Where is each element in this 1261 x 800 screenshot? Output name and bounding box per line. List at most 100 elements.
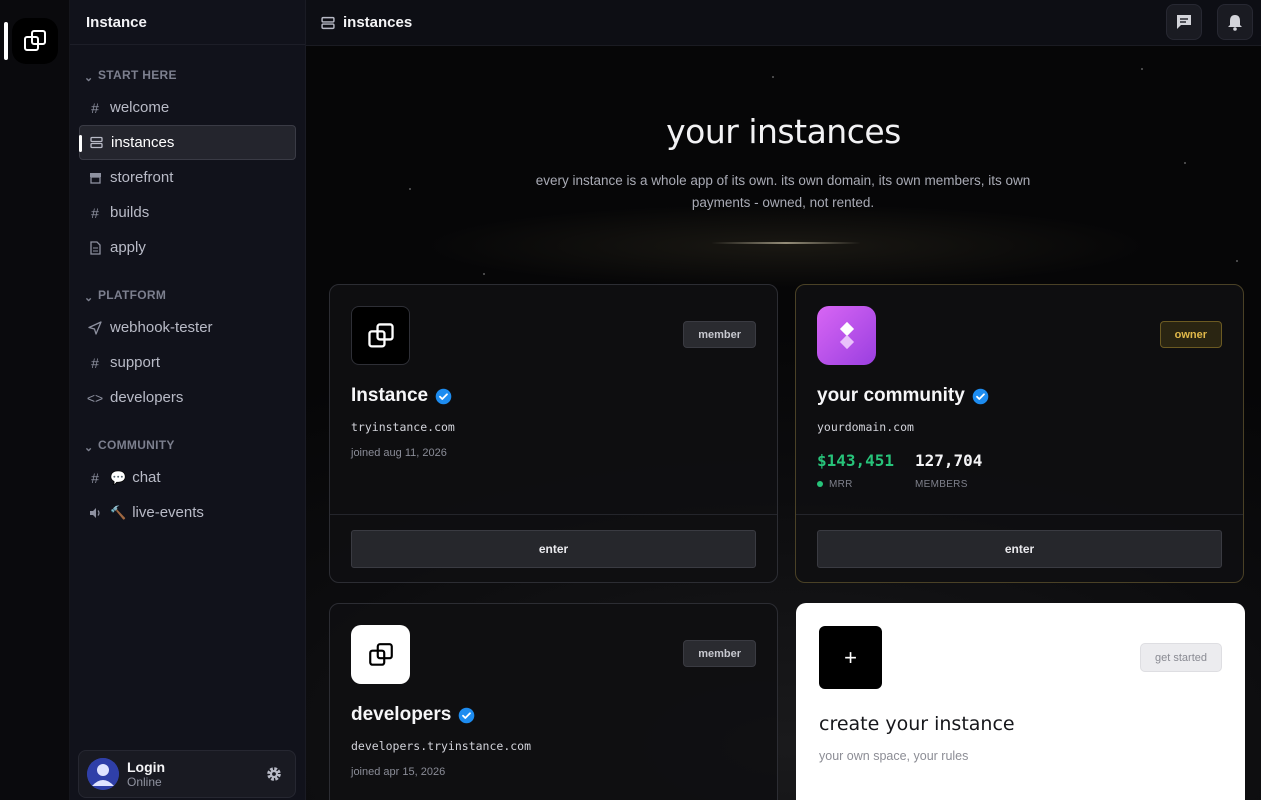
- user-panel[interactable]: Login Online: [78, 750, 296, 798]
- chevron-down-icon: ⌄: [84, 71, 94, 84]
- sidebar-item-welcome[interactable]: # welcome: [79, 90, 296, 125]
- sidebar-item-instances[interactable]: instances: [79, 125, 296, 160]
- mrr-label-text: MRR: [829, 479, 853, 490]
- plus-icon[interactable]: +: [819, 626, 882, 689]
- instance-name: developers: [351, 704, 452, 725]
- notifications-button[interactable]: [1217, 4, 1253, 40]
- create-title: create your instance: [819, 713, 1015, 735]
- instance-name: your community: [817, 385, 965, 406]
- user-info: Login Online: [127, 759, 165, 789]
- hash-icon: #: [91, 354, 99, 371]
- mrr-value: $143,451: [817, 451, 895, 470]
- get-started-button[interactable]: get started: [1140, 643, 1222, 672]
- instance-logo-icon: [368, 642, 393, 666]
- sidebar-item-developers[interactable]: <> developers: [79, 380, 296, 415]
- chevron-down-icon: ⌄: [84, 441, 94, 454]
- instance-domain: yourdomain.com: [817, 420, 914, 434]
- server-name-header[interactable]: Instance: [70, 0, 305, 45]
- instance-name-row: developers: [351, 704, 475, 726]
- sidebar-item-label: developers: [110, 389, 184, 406]
- sidebar-item-label: webhook-tester: [110, 319, 213, 336]
- star: [409, 188, 411, 190]
- sidebar-item-label: builds: [110, 204, 150, 221]
- decorative-glow-line: [711, 242, 861, 244]
- instance-domain: tryinstance.com: [351, 420, 455, 434]
- role-badge: owner: [1159, 321, 1222, 348]
- code-icon: <>: [86, 389, 104, 406]
- user-status: Online: [127, 774, 162, 789]
- sidebar-item-label: apply: [110, 239, 146, 256]
- category-community: ⌄ COMMUNITY # 💬 chat 🔨 live-events: [70, 435, 305, 530]
- sidebar-item-label: welcome: [110, 99, 170, 116]
- category-start-here: ⌄ START HERE # welcome instances storefron…: [70, 65, 305, 265]
- sidebar-item-label: live-events: [132, 504, 204, 521]
- top-bar: instances: [306, 0, 1261, 46]
- sidebar-item-label: storefront: [110, 169, 174, 186]
- instance-domain: developers.tryinstance.com: [351, 739, 532, 753]
- speaker-icon: [87, 507, 103, 519]
- page-subtitle: every instance is a whole app of its own…: [535, 173, 1031, 210]
- server-stack-icon: [321, 16, 335, 29]
- instance-logo: [351, 306, 410, 365]
- user-icon: [87, 758, 119, 790]
- category-header[interactable]: ⌄ COMMUNITY: [70, 435, 305, 455]
- main-content: your instances every instance is a whole…: [306, 46, 1261, 800]
- active-server-indicator: [4, 22, 8, 60]
- create-subtitle: your own space, your rules: [819, 749, 969, 763]
- avatar[interactable]: [87, 758, 119, 790]
- live-dot-icon: [817, 481, 823, 488]
- enter-button[interactable]: enter: [351, 530, 756, 568]
- send-icon: [87, 320, 103, 335]
- server-instance-button[interactable]: [12, 18, 58, 64]
- document-icon: [87, 240, 103, 255]
- diamond-logo-icon: [839, 321, 854, 349]
- chevron-down-icon: ⌄: [84, 291, 94, 304]
- gear-icon: [267, 767, 281, 781]
- star: [772, 76, 774, 78]
- divider: [330, 514, 777, 515]
- hammer-emoji-icon: 🔨: [110, 504, 127, 520]
- instance-card-instance: member Instance tryinstance.com joined a…: [329, 284, 778, 583]
- server-rail: [0, 0, 70, 800]
- divider: [796, 514, 1243, 515]
- mrr-label: MRR: [817, 479, 853, 490]
- hash-icon: #: [91, 99, 99, 116]
- messages-button[interactable]: [1166, 4, 1202, 40]
- chat-bubble-icon: [1177, 15, 1191, 29]
- app-root: Instance ⌄ START HERE # welcome instances …: [0, 0, 1261, 800]
- instance-name-row: Instance: [351, 385, 452, 407]
- enter-button[interactable]: enter: [817, 530, 1222, 568]
- page-title: your instances: [666, 112, 901, 151]
- sidebar-item-live-events[interactable]: 🔨 live-events: [79, 495, 296, 530]
- instance-logo: [351, 625, 410, 684]
- user-name[interactable]: Login: [127, 759, 165, 775]
- instance-logo: [817, 306, 876, 365]
- sidebar-item-builds[interactable]: # builds: [79, 195, 296, 230]
- verified-badge-icon: [972, 388, 989, 405]
- speech-bubble-emoji-icon: 💬: [110, 469, 127, 485]
- store-icon: [87, 172, 103, 184]
- instance-logo-icon: [367, 322, 394, 348]
- server-stack-icon: [88, 136, 104, 149]
- category-header[interactable]: ⌄ PLATFORM: [70, 285, 305, 305]
- sidebar-item-webhook-tester[interactable]: webhook-tester: [79, 310, 296, 345]
- channel-title: instances: [343, 14, 413, 31]
- instance-name-row: your community: [817, 385, 989, 407]
- sidebar-item-storefront[interactable]: storefront: [79, 160, 296, 195]
- instance-card-developers: member developers developers.tryinstance…: [329, 603, 778, 800]
- sidebar-item-label: chat: [132, 469, 161, 486]
- category-header[interactable]: ⌄ START HERE: [70, 65, 305, 85]
- channel-sidebar: Instance ⌄ START HERE # welcome instances …: [70, 0, 306, 800]
- instance-card-your-community: owner your community yourdomain.com $143…: [795, 284, 1244, 583]
- sidebar-item-chat[interactable]: # 💬 chat: [79, 460, 296, 495]
- hash-icon: #: [91, 469, 99, 486]
- sidebar-item-support[interactable]: # support: [79, 345, 296, 380]
- sidebar-item-apply[interactable]: apply: [79, 230, 296, 265]
- star: [483, 273, 485, 275]
- hash-icon: #: [91, 204, 99, 221]
- settings-gear-button[interactable]: [265, 765, 283, 788]
- category-label: COMMUNITY: [98, 438, 175, 452]
- verified-badge-icon: [458, 707, 475, 724]
- verified-badge-icon: [435, 388, 452, 405]
- create-instance-card[interactable]: + get started create your instance your …: [796, 603, 1245, 800]
